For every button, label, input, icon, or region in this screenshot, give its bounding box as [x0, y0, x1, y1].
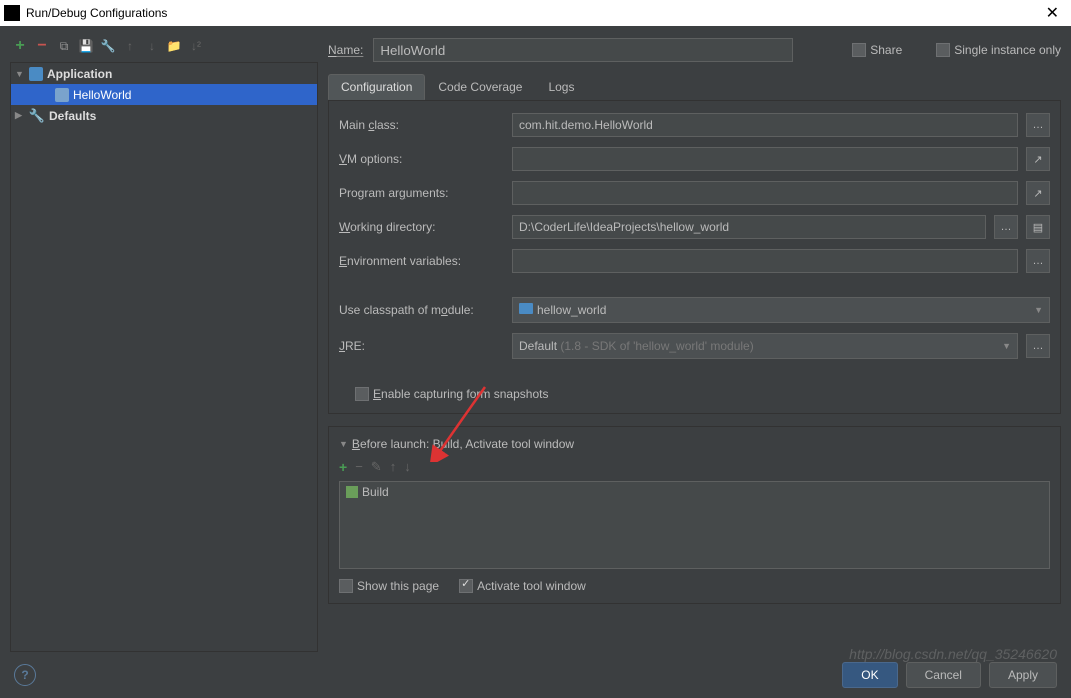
chevron-down-icon: ▼: [339, 439, 348, 449]
jre-label: JRE:: [339, 339, 504, 353]
activate-window-checkbox[interactable]: Activate tool window: [459, 579, 586, 593]
single-instance-checkbox[interactable]: Single instance only: [936, 43, 1061, 57]
cancel-button[interactable]: Cancel: [906, 662, 981, 688]
tree-node-defaults[interactable]: ▶ 🔧 Defaults: [11, 105, 317, 126]
before-launch-list[interactable]: Build: [339, 481, 1050, 569]
expand-args-button[interactable]: ↗: [1026, 181, 1050, 205]
browse-dir-button[interactable]: …: [994, 215, 1018, 239]
classpath-dropdown[interactable]: hellow_world ▼: [512, 297, 1050, 323]
help-button[interactable]: ?: [14, 664, 36, 686]
env-vars-label: Environment variables:: [339, 254, 504, 268]
chevron-down-icon: ▼: [15, 69, 25, 79]
wrench-icon: 🔧: [29, 108, 45, 124]
app-icon: [4, 5, 20, 21]
before-launch-toolbar: + − ✎ ↑ ↓: [339, 457, 1050, 481]
remove-task-icon[interactable]: −: [355, 459, 363, 475]
folder-icon[interactable]: 📁: [166, 38, 182, 54]
close-icon[interactable]: ✕: [1038, 3, 1067, 23]
tree-label: HelloWorld: [73, 88, 131, 102]
working-dir-label: Working directory:: [339, 220, 504, 234]
classpath-label: Use classpath of module:: [339, 303, 504, 317]
folder-icon: [519, 303, 533, 314]
tree-label: Application: [47, 67, 112, 81]
remove-icon[interactable]: −: [34, 38, 50, 54]
chevron-right-icon: ▶: [15, 110, 25, 121]
working-dir-input[interactable]: D:\CoderLife\IdeaProjects\hellow_world: [512, 215, 986, 239]
tab-code-coverage[interactable]: Code Coverage: [425, 74, 535, 100]
edit-task-icon[interactable]: ✎: [371, 459, 382, 475]
name-label: Name:: [328, 43, 363, 57]
tree-node-application[interactable]: ▼ Application: [11, 63, 317, 84]
sidebar-toolbar: + − ⧉ 💾 🔧 ↑ ↓ 📁 ↓²: [10, 34, 318, 62]
save-icon[interactable]: 💾: [78, 38, 94, 54]
show-page-checkbox[interactable]: Show this page: [339, 579, 439, 593]
browse-main-class-button[interactable]: …: [1026, 113, 1050, 137]
env-vars-input[interactable]: [512, 249, 1018, 273]
titlebar: Run/Debug Configurations ✕: [0, 0, 1071, 26]
application-icon: [55, 88, 69, 102]
application-icon: [29, 67, 43, 81]
up-task-icon[interactable]: ↑: [390, 459, 397, 475]
tab-configuration[interactable]: Configuration: [328, 74, 425, 100]
copy-icon[interactable]: ⧉: [56, 38, 72, 54]
down-task-icon[interactable]: ↓: [404, 459, 411, 475]
tab-logs[interactable]: Logs: [535, 74, 587, 100]
main-class-label: Main class:: [339, 118, 504, 132]
browse-jre-button[interactable]: …: [1026, 334, 1050, 358]
program-args-label: Program arguments:: [339, 186, 504, 200]
share-checkbox[interactable]: Share: [852, 43, 902, 57]
sort-icon[interactable]: ↓²: [188, 38, 204, 54]
chevron-down-icon: ▼: [1002, 341, 1011, 351]
build-icon: [346, 486, 358, 498]
apply-button[interactable]: Apply: [989, 662, 1057, 688]
program-args-input[interactable]: [512, 181, 1018, 205]
vm-options-label: VM options:: [339, 152, 504, 166]
add-icon[interactable]: +: [12, 38, 28, 54]
tabs: Configuration Code Coverage Logs: [328, 74, 1061, 101]
list-item[interactable]: Build: [340, 482, 1049, 502]
browse-env-button[interactable]: …: [1026, 249, 1050, 273]
add-task-icon[interactable]: +: [339, 459, 347, 475]
before-launch-header[interactable]: ▼ Before launch: Build, Activate tool wi…: [339, 437, 1050, 451]
main-class-input[interactable]: com.hit.demo.HelloWorld: [512, 113, 1018, 137]
name-input[interactable]: [373, 38, 793, 62]
jre-dropdown[interactable]: Default (1.8 - SDK of 'hellow_world' mod…: [512, 333, 1018, 359]
ok-button[interactable]: OK: [842, 662, 897, 688]
config-tree[interactable]: ▼ Application HelloWorld ▶ 🔧 Defaults: [10, 62, 318, 652]
chevron-down-icon: ▼: [1034, 305, 1043, 315]
footer: ? OK Cancel Apply: [0, 652, 1071, 698]
tree-node-helloworld[interactable]: HelloWorld: [11, 84, 317, 105]
up-icon[interactable]: ↑: [122, 38, 138, 54]
window-title: Run/Debug Configurations: [26, 6, 167, 20]
wrench-icon[interactable]: 🔧: [100, 38, 116, 54]
capture-snapshots-checkbox[interactable]: Enable capturing form snapshots: [355, 387, 548, 401]
config-panel: Main class: com.hit.demo.HelloWorld … VM…: [328, 101, 1061, 414]
vm-options-input[interactable]: [512, 147, 1018, 171]
down-icon[interactable]: ↓: [144, 38, 160, 54]
before-launch-panel: ▼ Before launch: Build, Activate tool wi…: [328, 426, 1061, 604]
expand-vm-button[interactable]: ↗: [1026, 147, 1050, 171]
list-dir-button[interactable]: ▤: [1026, 215, 1050, 239]
tree-label: Defaults: [49, 109, 96, 123]
